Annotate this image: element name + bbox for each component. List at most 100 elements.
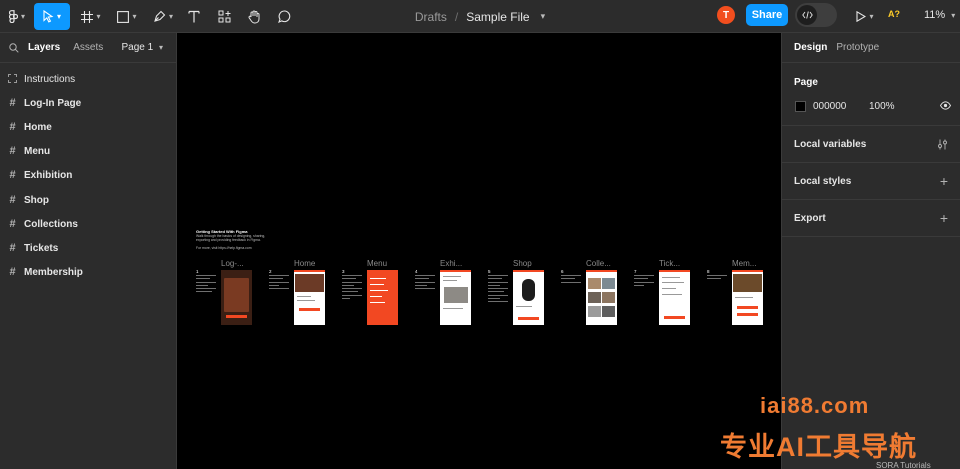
frame-thumbnail-tickets[interactable]	[659, 270, 690, 325]
layer-label: Home	[24, 121, 52, 133]
collection-image	[588, 306, 601, 317]
avatar[interactable]: T	[717, 6, 735, 24]
frame-tool-button[interactable]: ▾	[76, 3, 106, 30]
page-selector[interactable]: Page 1 ▾	[122, 42, 164, 53]
frame-thumbnail-shop[interactable]	[513, 270, 544, 325]
present-button[interactable]: ▾	[852, 3, 878, 30]
step-number: 4	[415, 269, 418, 274]
chevron-down-icon: ▾	[951, 11, 956, 20]
frame-label-collections[interactable]: Colle...	[586, 259, 611, 268]
frame-thumbnail-home[interactable]	[294, 270, 325, 325]
search-icon[interactable]	[8, 42, 20, 53]
file-name[interactable]: Sample File	[466, 10, 529, 24]
layer-item-instructions[interactable]: Instructions	[0, 67, 176, 91]
main-menu-button[interactable]: ▾	[4, 3, 30, 30]
share-button[interactable]: Share	[746, 4, 788, 26]
frame-header-bar	[659, 270, 690, 272]
page-section-title: Page	[794, 77, 818, 88]
layer-label: Log-In Page	[24, 97, 82, 109]
collection-image	[602, 292, 615, 303]
frame-thumbnail-membership[interactable]	[732, 270, 763, 325]
watermark-domain: iai88.com	[760, 393, 870, 418]
background-swatch[interactable]	[795, 101, 806, 112]
chevron-down-icon[interactable]: ▾	[541, 11, 546, 22]
frame-text	[370, 302, 385, 303]
frame-label-membership[interactable]: Mem...	[732, 259, 756, 268]
components-icon	[218, 10, 230, 23]
frame-thumbnail-log-in[interactable]	[221, 270, 252, 325]
frame-label-shop[interactable]: Shop	[513, 259, 532, 268]
layer-item-exhibition[interactable]: # Exhibition	[0, 164, 176, 188]
frame-label-exhibition[interactable]: Exhi...	[440, 259, 462, 268]
frame-text	[443, 308, 463, 309]
layer-item-tickets[interactable]: # Tickets	[0, 236, 176, 260]
local-styles-section[interactable]: Local styles +	[782, 163, 960, 200]
layer-item-log-in-page[interactable]: # Log-In Page	[0, 91, 176, 115]
dev-mode-toggle[interactable]	[795, 3, 837, 27]
zoom-level[interactable]: 11% ▾	[924, 9, 955, 21]
frame-thumbnail-collections[interactable]	[586, 270, 617, 325]
frame-thumbnail-exhibition[interactable]	[440, 270, 471, 325]
watermark-caption: SORA Tutorials	[876, 461, 931, 469]
layer-item-membership[interactable]: # Membership	[0, 261, 176, 285]
frame-text	[516, 306, 532, 307]
layer-item-collections[interactable]: # Collections	[0, 212, 176, 236]
frame-hash-icon: #	[9, 120, 16, 133]
layer-label: Membership	[24, 267, 83, 279]
frame-text	[443, 280, 457, 281]
frame-text	[297, 296, 311, 297]
frame-hash-icon: #	[9, 217, 16, 230]
plus-icon[interactable]: +	[940, 173, 948, 189]
frame-label-tickets[interactable]: Tick...	[659, 259, 680, 268]
collection-image	[588, 292, 601, 303]
layer-item-home[interactable]: # Home	[0, 115, 176, 139]
text-icon	[188, 10, 200, 23]
page-selector-label: Page 1	[121, 42, 154, 53]
comment-tool-button[interactable]	[273, 3, 295, 30]
chevron-down-icon: ▾	[96, 12, 101, 21]
shape-tool-button[interactable]: ▾	[112, 3, 142, 30]
pen-tool-button[interactable]: ▾	[148, 3, 178, 30]
tab-assets[interactable]: Assets	[73, 42, 103, 53]
local-variables-section[interactable]: Local variables	[782, 126, 960, 163]
rectangle-icon	[117, 10, 130, 23]
tab-layers[interactable]: Layers	[28, 42, 60, 53]
step-notes	[269, 275, 289, 291]
plus-icon[interactable]: +	[940, 210, 948, 226]
chevron-down-icon: ▾	[132, 12, 137, 21]
painting-image	[224, 278, 249, 312]
text-tool-button[interactable]	[183, 3, 205, 30]
tab-design[interactable]: Design	[794, 42, 827, 53]
background-opacity-field[interactable]: 100%	[869, 101, 895, 112]
move-tool-button[interactable]: ▾	[34, 3, 70, 30]
frame-button	[664, 316, 685, 319]
ai-assistant-button[interactable]: A?	[888, 9, 900, 19]
chevron-down-icon: ▾	[56, 12, 61, 21]
resources-button[interactable]	[213, 3, 235, 30]
layer-item-shop[interactable]: # Shop	[0, 188, 176, 212]
design-canvas[interactable]: Getting Started With Figma Walk through …	[177, 33, 781, 469]
intro-link: For more, visit https://help.figma.com	[196, 245, 252, 250]
frame-header-bar	[513, 270, 544, 272]
sliders-icon[interactable]	[937, 139, 948, 150]
layer-item-menu[interactable]: # Menu	[0, 140, 176, 164]
frame-button	[737, 313, 758, 316]
play-icon	[856, 11, 867, 22]
frame-button	[226, 315, 247, 318]
export-section[interactable]: Export +	[782, 200, 960, 237]
eye-icon[interactable]	[940, 101, 951, 110]
frame-thumbnail-menu[interactable]	[367, 270, 398, 325]
frame-label-home[interactable]: Home	[294, 259, 315, 268]
hand-icon	[248, 10, 259, 23]
step-number: 2	[269, 269, 272, 274]
layers-panel: Layers Assets Page 1 ▾ Instructions # Lo…	[0, 33, 177, 469]
frame-text	[662, 288, 676, 289]
frame-label-menu[interactable]: Menu	[367, 259, 387, 268]
breadcrumb-drafts[interactable]: Drafts	[415, 10, 447, 24]
hand-tool-button[interactable]	[243, 3, 265, 30]
background-hex-field[interactable]: 000000	[813, 101, 846, 112]
instructions-block[interactable]: Getting Started With Figma Walk through …	[196, 229, 276, 250]
tab-prototype[interactable]: Prototype	[836, 42, 879, 53]
frame-label-log-in[interactable]: Log-...	[221, 259, 244, 268]
step-notes	[196, 275, 216, 295]
